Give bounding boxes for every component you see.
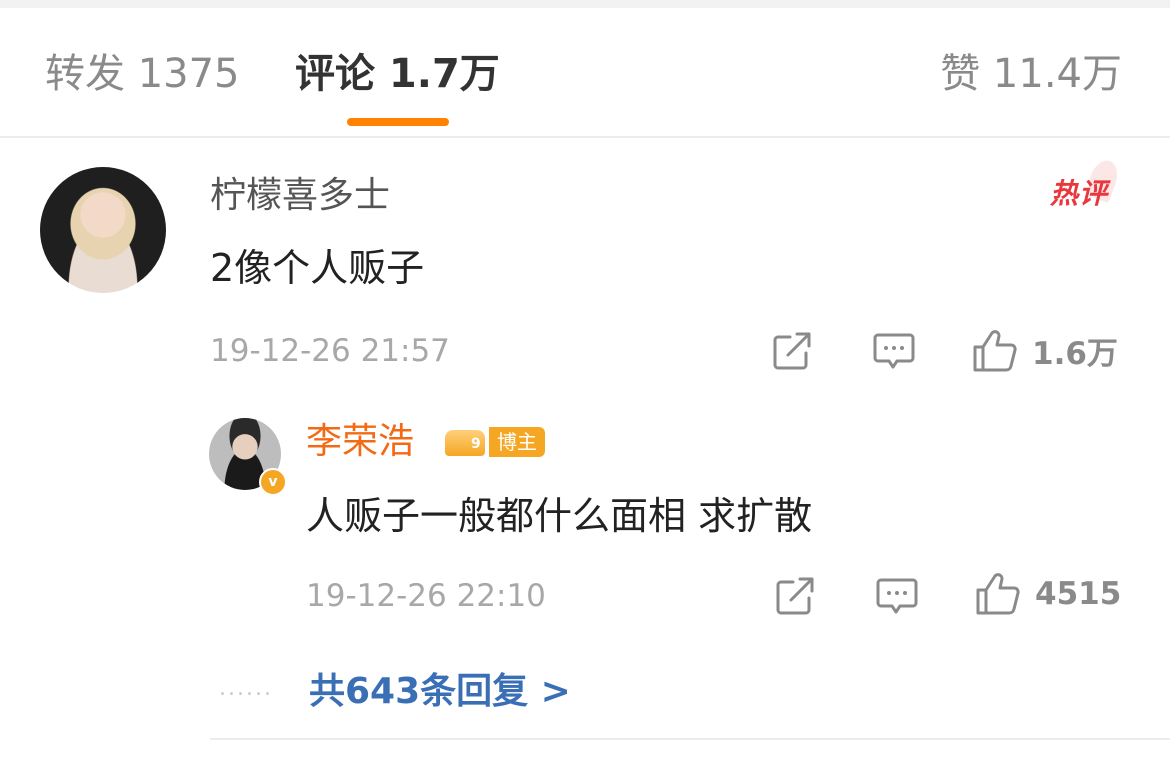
verified-icon: v <box>259 468 287 496</box>
comment-time: 19-12-26 21:57 <box>210 333 450 369</box>
like-icon <box>973 329 1017 371</box>
comment-text: 2像个人贩子 <box>210 246 425 290</box>
comment-username[interactable]: 柠檬喜多士 <box>210 174 390 218</box>
tab-bar: 转发 1375 评论 1.7万 赞 11.4万 <box>0 8 1170 138</box>
share-icon <box>773 332 811 370</box>
like-button[interactable]: 4515 <box>975 572 1121 616</box>
share-button[interactable] <box>775 576 817 616</box>
like-count: 4515 <box>1035 576 1122 612</box>
like-icon <box>976 573 1020 615</box>
reply-text: 人贩子一般都什么面相 求扩散 <box>306 494 813 538</box>
tab-repost[interactable]: 转发 1375 <box>45 50 240 98</box>
like-button[interactable]: 1.6万 <box>972 328 1118 373</box>
top-strip <box>0 0 1170 8</box>
comment-icon <box>873 333 915 369</box>
crown-icon: 9 <box>443 424 487 460</box>
tab-comment[interactable]: 评论 1.7万 <box>295 50 500 98</box>
comment-icon <box>876 578 918 614</box>
reply-username[interactable]: 李荣浩 <box>306 420 414 464</box>
tab-like[interactable]: 赞 11.4万 <box>940 50 1122 98</box>
more-replies: ...... 共643条回复 > <box>219 662 571 714</box>
comment-button[interactable] <box>876 576 918 616</box>
share-button[interactable] <box>772 331 814 371</box>
divider <box>210 738 1170 740</box>
blogger-label: 博主 <box>489 427 545 457</box>
more-replies-link[interactable]: 共643条回复 > <box>309 662 571 714</box>
share-icon <box>776 577 814 615</box>
active-tab-indicator <box>347 118 449 126</box>
reply-time: 19-12-26 22:10 <box>306 578 546 614</box>
dotted-separator: ...... <box>219 675 273 701</box>
comment-button[interactable] <box>873 331 915 371</box>
avatar[interactable] <box>40 167 166 293</box>
like-count: 1.6万 <box>1032 336 1118 372</box>
blogger-tag: 9 博主 <box>443 424 545 460</box>
hot-comment-badge: 热评 <box>1050 172 1108 212</box>
